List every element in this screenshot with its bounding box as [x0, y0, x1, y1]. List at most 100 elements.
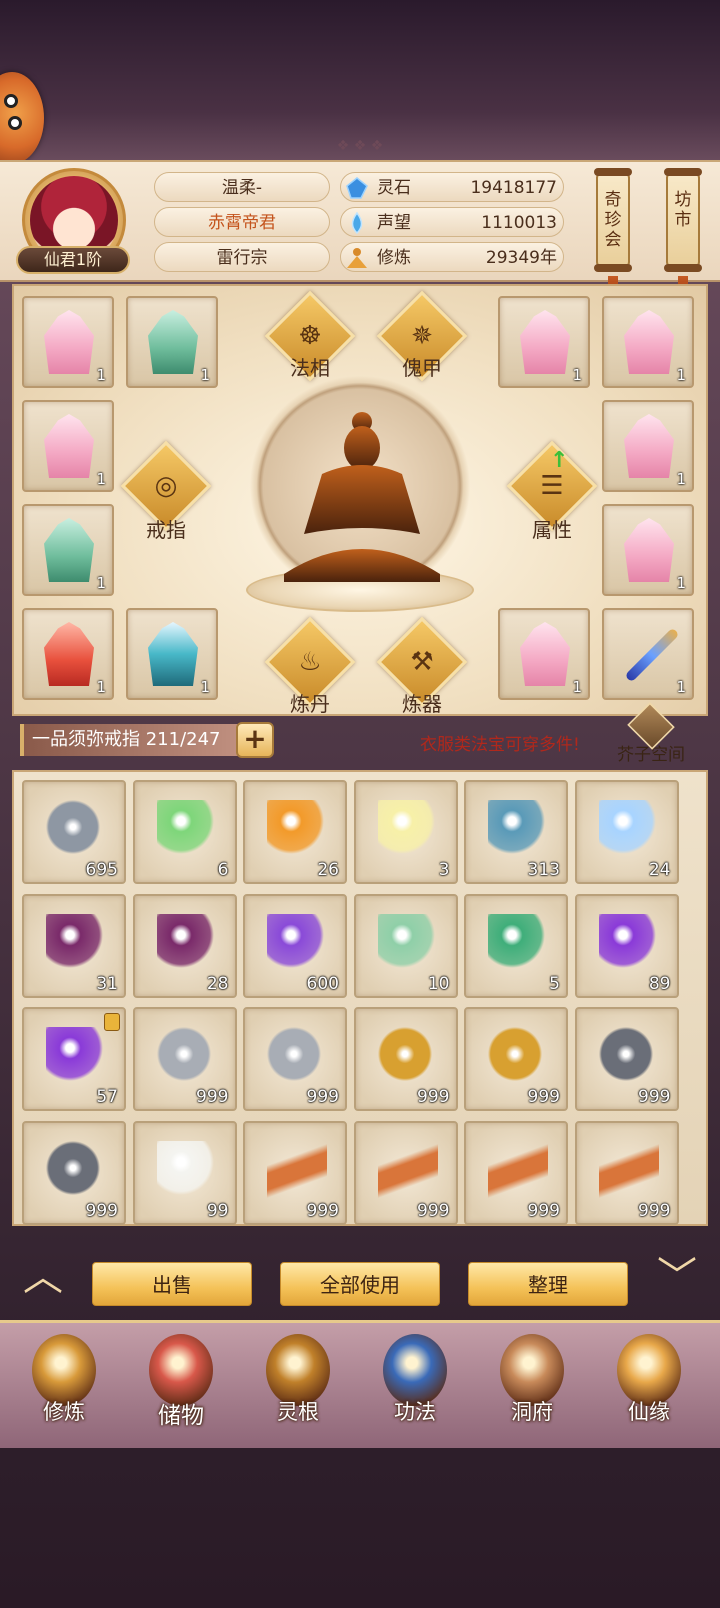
liandan-button[interactable]: ♨ 炼丹	[264, 616, 356, 718]
inventory-item[interactable]: 999	[353, 1007, 458, 1111]
inventory-item[interactable]: 5	[464, 893, 568, 998]
pink-robe-icon	[44, 414, 94, 478]
inventory-item[interactable]: 3	[353, 780, 458, 884]
sort-button[interactable]: 整理	[468, 1262, 628, 1306]
item-count: 695	[85, 860, 118, 880]
nav-item-cave-dwelling[interactable]: 洞府	[476, 1330, 588, 1446]
faxiang-label: 法相	[290, 356, 330, 380]
pink-robe-icon	[44, 310, 94, 374]
inventory-item[interactable]: 999	[574, 1007, 679, 1111]
equipment-slot[interactable]: 1	[22, 296, 114, 388]
item-count: 99	[206, 1200, 229, 1221]
item-count: 5	[549, 973, 560, 994]
nav-item-technique-book[interactable]: 功法	[359, 1330, 471, 1446]
inventory-item[interactable]: 6	[132, 780, 237, 884]
slot-count: 1	[676, 366, 686, 384]
equipment-slot[interactable]: 1	[602, 400, 694, 492]
jade-talisman-icon	[488, 913, 548, 974]
item-count: 24	[648, 860, 671, 880]
inventory-item[interactable]: 999	[464, 1120, 568, 1225]
stat-value: 19418177	[470, 178, 557, 198]
equipment-slot[interactable]: 1	[498, 608, 590, 700]
nav-item-spirit-root[interactable]: 灵根	[242, 1330, 354, 1446]
equipment-slot[interactable]: 1	[22, 400, 114, 492]
forge-anvil-icon: ⚒	[410, 647, 434, 677]
equip-hint: 衣服类法宝可穿多件!	[420, 735, 580, 755]
use-all-button[interactable]: 全部使用	[280, 1262, 440, 1306]
nav-label: 储物	[158, 1403, 204, 1429]
nav-item-fairy-fate[interactable]: 仙缘	[593, 1330, 705, 1446]
item-count: 6	[217, 860, 229, 880]
water-orb-icon	[488, 800, 548, 860]
inventory-item[interactable]: 99	[132, 1120, 237, 1225]
gold-ore-icon	[377, 1027, 438, 1087]
inventory-item[interactable]: 26	[243, 780, 347, 884]
item-count: 999	[638, 1087, 671, 1107]
inventory-item[interactable]: 999	[464, 1007, 568, 1111]
upgrade-arrow-icon: ↑	[550, 448, 569, 473]
inventory-item[interactable]: 999	[243, 1120, 347, 1225]
page-up-button[interactable]: ︿	[16, 1257, 70, 1298]
kuijia-button[interactable]: ✵ 傀甲	[376, 290, 468, 392]
player-name: 温柔-	[154, 172, 330, 202]
inventory-item[interactable]: 999	[574, 1120, 679, 1225]
slot-count: 1	[676, 470, 686, 488]
kuijia-label: 傀甲	[402, 356, 442, 380]
equipment-slot[interactable]: 1	[602, 608, 694, 700]
inventory-item[interactable]: 999	[353, 1120, 458, 1225]
equipment-slot[interactable]: 1	[126, 608, 218, 700]
nav-item-storage-bag[interactable]: 储物	[125, 1330, 237, 1446]
pink-robe-icon	[624, 310, 674, 374]
inventory-item[interactable]: 999	[132, 1007, 237, 1111]
inventory-item[interactable]: 89	[574, 893, 679, 998]
inventory-item[interactable]: 999	[22, 1120, 126, 1225]
dark-flame-icon	[156, 913, 217, 974]
jiezhi-button[interactable]: ◎ 戒指	[120, 440, 212, 542]
equipment-slot[interactable]: 1	[602, 504, 694, 596]
mascot-float-button[interactable]	[0, 72, 44, 164]
player-sect: 雷行宗	[154, 242, 330, 272]
market-button[interactable]: 坊市	[664, 168, 702, 272]
sell-button[interactable]: 出售	[92, 1262, 252, 1306]
slot-count: 1	[96, 678, 106, 696]
ginseng-icon	[488, 1140, 548, 1201]
inventory-item[interactable]: 695	[22, 780, 126, 884]
nav-item-cultivation-nav[interactable]: 修炼	[8, 1330, 120, 1446]
stat-spirit-stone: 灵石 19418177	[340, 172, 564, 202]
inventory-item[interactable]: 313	[464, 780, 568, 884]
slot-count: 1	[96, 470, 106, 488]
equipment-slot[interactable]: 1	[126, 296, 218, 388]
treasure-auction-button[interactable]: 奇珍会	[594, 168, 632, 272]
mustard-space-button[interactable]: 芥子空间	[616, 702, 686, 770]
silver-ore-icon	[267, 1027, 327, 1087]
inventory-item[interactable]: 28	[132, 893, 237, 998]
item-count: 57	[96, 1087, 118, 1107]
inventory-item[interactable]: 57	[22, 1007, 126, 1111]
inventory-item[interactable]: 600	[243, 893, 347, 998]
inventory-item[interactable]: 24	[574, 780, 679, 884]
item-count: 999	[306, 1200, 339, 1221]
nav-label: 灵根	[277, 1400, 319, 1424]
expand-capacity-button[interactable]: +	[236, 722, 274, 758]
reputation-icon	[351, 211, 363, 235]
inventory-item[interactable]: 10	[353, 893, 458, 998]
equipment-slot[interactable]: 1	[498, 296, 590, 388]
slot-count: 1	[96, 366, 106, 384]
item-count: 26	[317, 860, 339, 880]
item-count: 999	[417, 1087, 450, 1107]
slot-count: 1	[572, 366, 582, 384]
item-count: 999	[527, 1087, 560, 1107]
equipment-slot[interactable]: 1	[22, 608, 114, 700]
equipment-slot[interactable]: 1	[22, 504, 114, 596]
black-ore-icon	[46, 1140, 106, 1201]
inventory-item[interactable]: 999	[243, 1007, 347, 1111]
inventory-item[interactable]: 31	[22, 893, 126, 998]
lianqi-button[interactable]: ⚒ 炼器	[376, 616, 468, 718]
page-down-button[interactable]: ﹀	[650, 1257, 704, 1298]
faxiang-button[interactable]: ☸ 法相	[264, 290, 356, 392]
equipment-slot[interactable]: 1	[602, 296, 694, 388]
item-count: 999	[306, 1087, 339, 1107]
spirit-stone-icon	[346, 177, 368, 199]
meditating-silhouette	[284, 412, 440, 582]
alchemy-cauldron-icon: ♨	[298, 647, 322, 677]
